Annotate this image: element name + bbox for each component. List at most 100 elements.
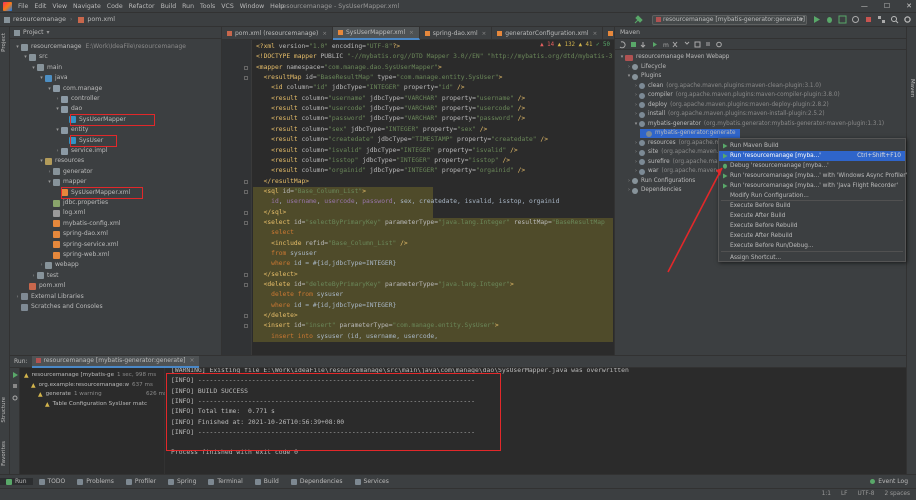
project-structure-icon[interactable] <box>877 15 886 24</box>
project-tool-button[interactable]: Project <box>1 33 7 52</box>
run-tree-item[interactable]: ▲ generate 1 warning <box>38 390 102 399</box>
chevron-down-icon[interactable]: ▾ <box>54 104 61 114</box>
context-menu-item[interactable]: Execute Before Run/Debug... <box>719 241 905 251</box>
run-tree-item[interactable]: ▲ Table Configuration SysUser matc <box>45 400 147 409</box>
maven-goal-icon[interactable]: m <box>663 42 669 49</box>
context-menu-item[interactable]: Assign Shortcut... <box>719 253 905 263</box>
tool-window-button-spring[interactable]: Spring <box>162 478 202 485</box>
fold-marker-icon[interactable] <box>244 314 248 319</box>
fold-marker-icon[interactable] <box>244 324 248 329</box>
project-tree-item[interactable]: ▾ resources <box>38 156 84 166</box>
favorites-tool-button[interactable]: Favorites <box>1 441 7 466</box>
project-tree-item[interactable]: ▾ com.manage <box>46 84 102 94</box>
fold-marker-icon[interactable] <box>244 65 248 70</box>
debug-icon[interactable] <box>825 15 834 24</box>
maximize-button[interactable]: ☐ <box>884 2 890 10</box>
run-tab[interactable]: resourcemanage [mybatis-generator:genera… <box>31 355 199 368</box>
menu-file[interactable]: File <box>15 3 31 10</box>
maven-tree-item[interactable]: ▾ Plugins <box>626 72 661 81</box>
close-button[interactable]: ✕ <box>906 2 912 10</box>
caret-position[interactable]: 1:1 <box>822 491 831 497</box>
context-menu-item[interactable]: Execute Before Build <box>719 201 905 211</box>
chevron-down-icon[interactable]: ▾ <box>54 125 61 135</box>
structure-tool-button[interactable]: Structure <box>1 397 7 423</box>
run-console[interactable]: [WARNING] Existing file E:\Work\IdeaFile… <box>165 368 906 474</box>
project-tree-item[interactable]: › service.impl <box>54 146 107 156</box>
toggle-offline-icon[interactable] <box>672 41 678 48</box>
fold-marker-icon[interactable] <box>244 220 248 225</box>
menu-navigate[interactable]: Navigate <box>70 3 104 10</box>
indent-setting[interactable]: 2 spaces <box>884 491 910 497</box>
hammer-icon[interactable] <box>634 15 643 24</box>
maven-tree-item[interactable]: › clean (org.apache.maven.plugins:maven-cl… <box>633 82 821 91</box>
chevron-down-icon[interactable]: ▾ <box>22 52 29 62</box>
chevron-right-icon[interactable]: › <box>38 260 45 270</box>
project-tree-item[interactable]: mybatis-config.xml <box>46 219 121 229</box>
breadcrumb-project[interactable]: resourcemanage <box>0 16 68 23</box>
maven-settings-gear-icon[interactable] <box>716 41 722 48</box>
run-icon[interactable] <box>812 15 821 24</box>
maven-tree-item[interactable]: › site (org.apache.maven.p <box>633 148 722 157</box>
fold-marker-icon[interactable] <box>244 283 248 288</box>
chevron-down-icon[interactable]: ▾ <box>47 29 50 36</box>
chevron-right-icon[interactable]: › <box>46 167 53 177</box>
download-sources-icon[interactable] <box>640 42 646 48</box>
breadcrumb-file[interactable]: pom.xml <box>74 16 117 23</box>
menu-window[interactable]: Window <box>237 3 267 10</box>
project-tree-item[interactable]: › test <box>30 271 59 281</box>
context-menu-item[interactable]: Run 'resourcemanage [myba...' Ctrl+Shift+… <box>719 151 905 161</box>
file-encoding[interactable]: UTF-8 <box>858 491 875 497</box>
project-tree-item[interactable]: spring-web.xml <box>46 250 109 260</box>
project-tree-item[interactable]: › generator <box>46 167 93 177</box>
menu-build[interactable]: Build <box>158 3 180 10</box>
inspection-widget[interactable]: ▲ 14 ▲ 132 ▲ 41 ✓ 50 <box>540 42 610 48</box>
close-tab-icon[interactable]: × <box>409 30 414 36</box>
project-tree-item[interactable]: › controller <box>54 94 100 104</box>
coverage-icon[interactable] <box>838 15 847 24</box>
context-menu-item[interactable]: Execute Before Rebuild <box>719 221 905 231</box>
run-configuration-select[interactable]: resourcemanage [mybatis-generator:genera… <box>652 15 807 25</box>
skip-tests-icon[interactable] <box>684 41 690 45</box>
rerun-icon[interactable] <box>13 372 18 378</box>
chevron-right-icon[interactable]: › <box>14 292 21 302</box>
menu-view[interactable]: View <box>49 3 70 10</box>
project-tree-item[interactable]: log.xml <box>46 208 85 218</box>
tool-window-button-terminal[interactable]: Terminal <box>202 478 248 485</box>
maven-tree-item[interactable]: › deploy (org.apache.maven.plugins:maven-d… <box>633 101 829 110</box>
stop-icon[interactable] <box>864 15 873 24</box>
context-menu-item[interactable]: Execute After Build <box>719 211 905 221</box>
fold-marker-icon[interactable] <box>244 179 248 184</box>
project-panel-title[interactable]: Project <box>23 29 44 36</box>
editor-tab[interactable]: spring-dao.xml × <box>420 27 493 40</box>
minimize-button[interactable]: — <box>861 2 868 10</box>
chevron-down-icon[interactable]: ▾ <box>38 73 45 83</box>
maven-tree-item[interactable]: › install (org.apache.maven.plugins:maven-… <box>633 110 825 119</box>
editor-tab[interactable]: pom.xml (resourcemanage) × <box>222 27 333 40</box>
toggle-view-icon[interactable] <box>12 395 18 401</box>
tool-window-button-todo[interactable]: TODO <box>33 478 72 485</box>
project-tree-item[interactable]: ▾ src <box>22 52 48 62</box>
project-tree-item[interactable]: ▾ java <box>38 73 68 83</box>
maven-tree-item[interactable]: › Run Configurations <box>626 177 695 186</box>
context-menu-item[interactable]: Run Maven Build <box>719 141 905 151</box>
chevron-down-icon[interactable]: ▾ <box>30 63 37 73</box>
project-tree-item[interactable]: › webapp <box>38 260 79 270</box>
close-tab-icon[interactable]: × <box>482 31 487 37</box>
event-log-button[interactable]: Event Log <box>870 478 908 485</box>
search-icon[interactable] <box>890 15 899 24</box>
editor-tab[interactable]: generatorConfiguration.xml × <box>492 27 604 40</box>
context-menu-item[interactable]: Run 'resourcemanage [myba...' with 'Wind… <box>719 171 907 181</box>
project-tree-item[interactable]: jdbc.properties <box>46 198 108 208</box>
reload-icon[interactable] <box>619 41 626 49</box>
chevron-right-icon[interactable]: › <box>54 146 61 156</box>
show-dependencies-icon[interactable] <box>694 41 701 48</box>
close-tab-icon[interactable]: × <box>322 31 327 37</box>
editor-tab[interactable]: SysUserMapper.xml × <box>332 27 420 40</box>
chevron-right-icon[interactable]: › <box>30 271 37 281</box>
menu-run[interactable]: Run <box>179 3 197 10</box>
run-tree-item[interactable]: ▲ org.example:resourcemanage:w 637 ms <box>31 381 153 390</box>
profiler-icon[interactable] <box>851 15 860 24</box>
tool-window-button-dependencies[interactable]: Dependencies <box>285 478 349 485</box>
project-tree-item[interactable]: ▾ resourcemanage E:\Work\IdeaFile\resource… <box>14 42 186 52</box>
chevron-down-icon[interactable]: ▾ <box>46 84 53 94</box>
